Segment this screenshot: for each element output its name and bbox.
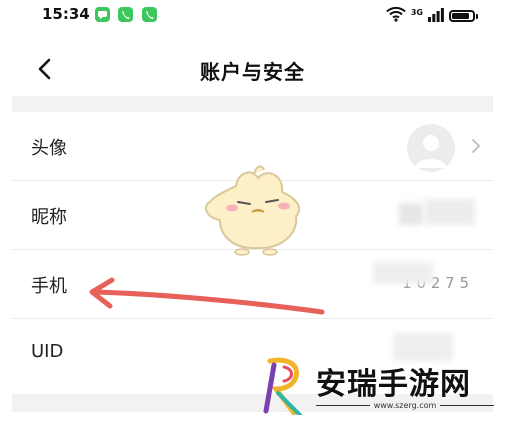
site-watermark: 安瑞手游网 www.szerg.com xyxy=(258,355,498,417)
chick-mascot-icon xyxy=(204,165,301,256)
blurred-nickname xyxy=(399,203,423,225)
page-title: 账户与安全 xyxy=(200,60,305,84)
phone-label: 手机 xyxy=(31,276,67,297)
site-logo-icon xyxy=(263,357,302,415)
phone-notification-icon xyxy=(118,7,133,22)
watermark-url: www.szerg.com xyxy=(373,401,437,410)
blurred-phone xyxy=(373,262,433,284)
status-time: 15:34 xyxy=(42,5,90,23)
status-bar: 15:34 3G xyxy=(0,0,505,30)
chevron-right-icon xyxy=(472,139,480,153)
signal-icon xyxy=(428,7,444,26)
phone-row[interactable]: 手机 1 0 2 7 5 xyxy=(12,250,493,319)
blurred-nickname-2 xyxy=(425,199,475,225)
user-placeholder-icon xyxy=(415,135,447,168)
watermark-url-row: www.szerg.com xyxy=(316,401,494,410)
nav-bar: 账户与安全 xyxy=(0,40,505,96)
battery-level xyxy=(452,13,469,19)
url-divider-left xyxy=(316,405,370,406)
section-divider xyxy=(12,96,493,112)
wifi-icon xyxy=(386,6,406,26)
watermark-title: 安瑞手游网 xyxy=(316,367,471,402)
phone-notification-icon-2 xyxy=(142,7,157,22)
uid-label: UID xyxy=(31,341,64,362)
url-divider-right xyxy=(440,405,494,406)
battery-icon xyxy=(449,10,478,22)
network-type: 3G xyxy=(410,8,423,17)
avatar xyxy=(407,124,455,172)
avatar-label: 头像 xyxy=(31,138,67,159)
nickname-label: 昵称 xyxy=(31,207,67,228)
message-notification-icon xyxy=(95,7,110,22)
